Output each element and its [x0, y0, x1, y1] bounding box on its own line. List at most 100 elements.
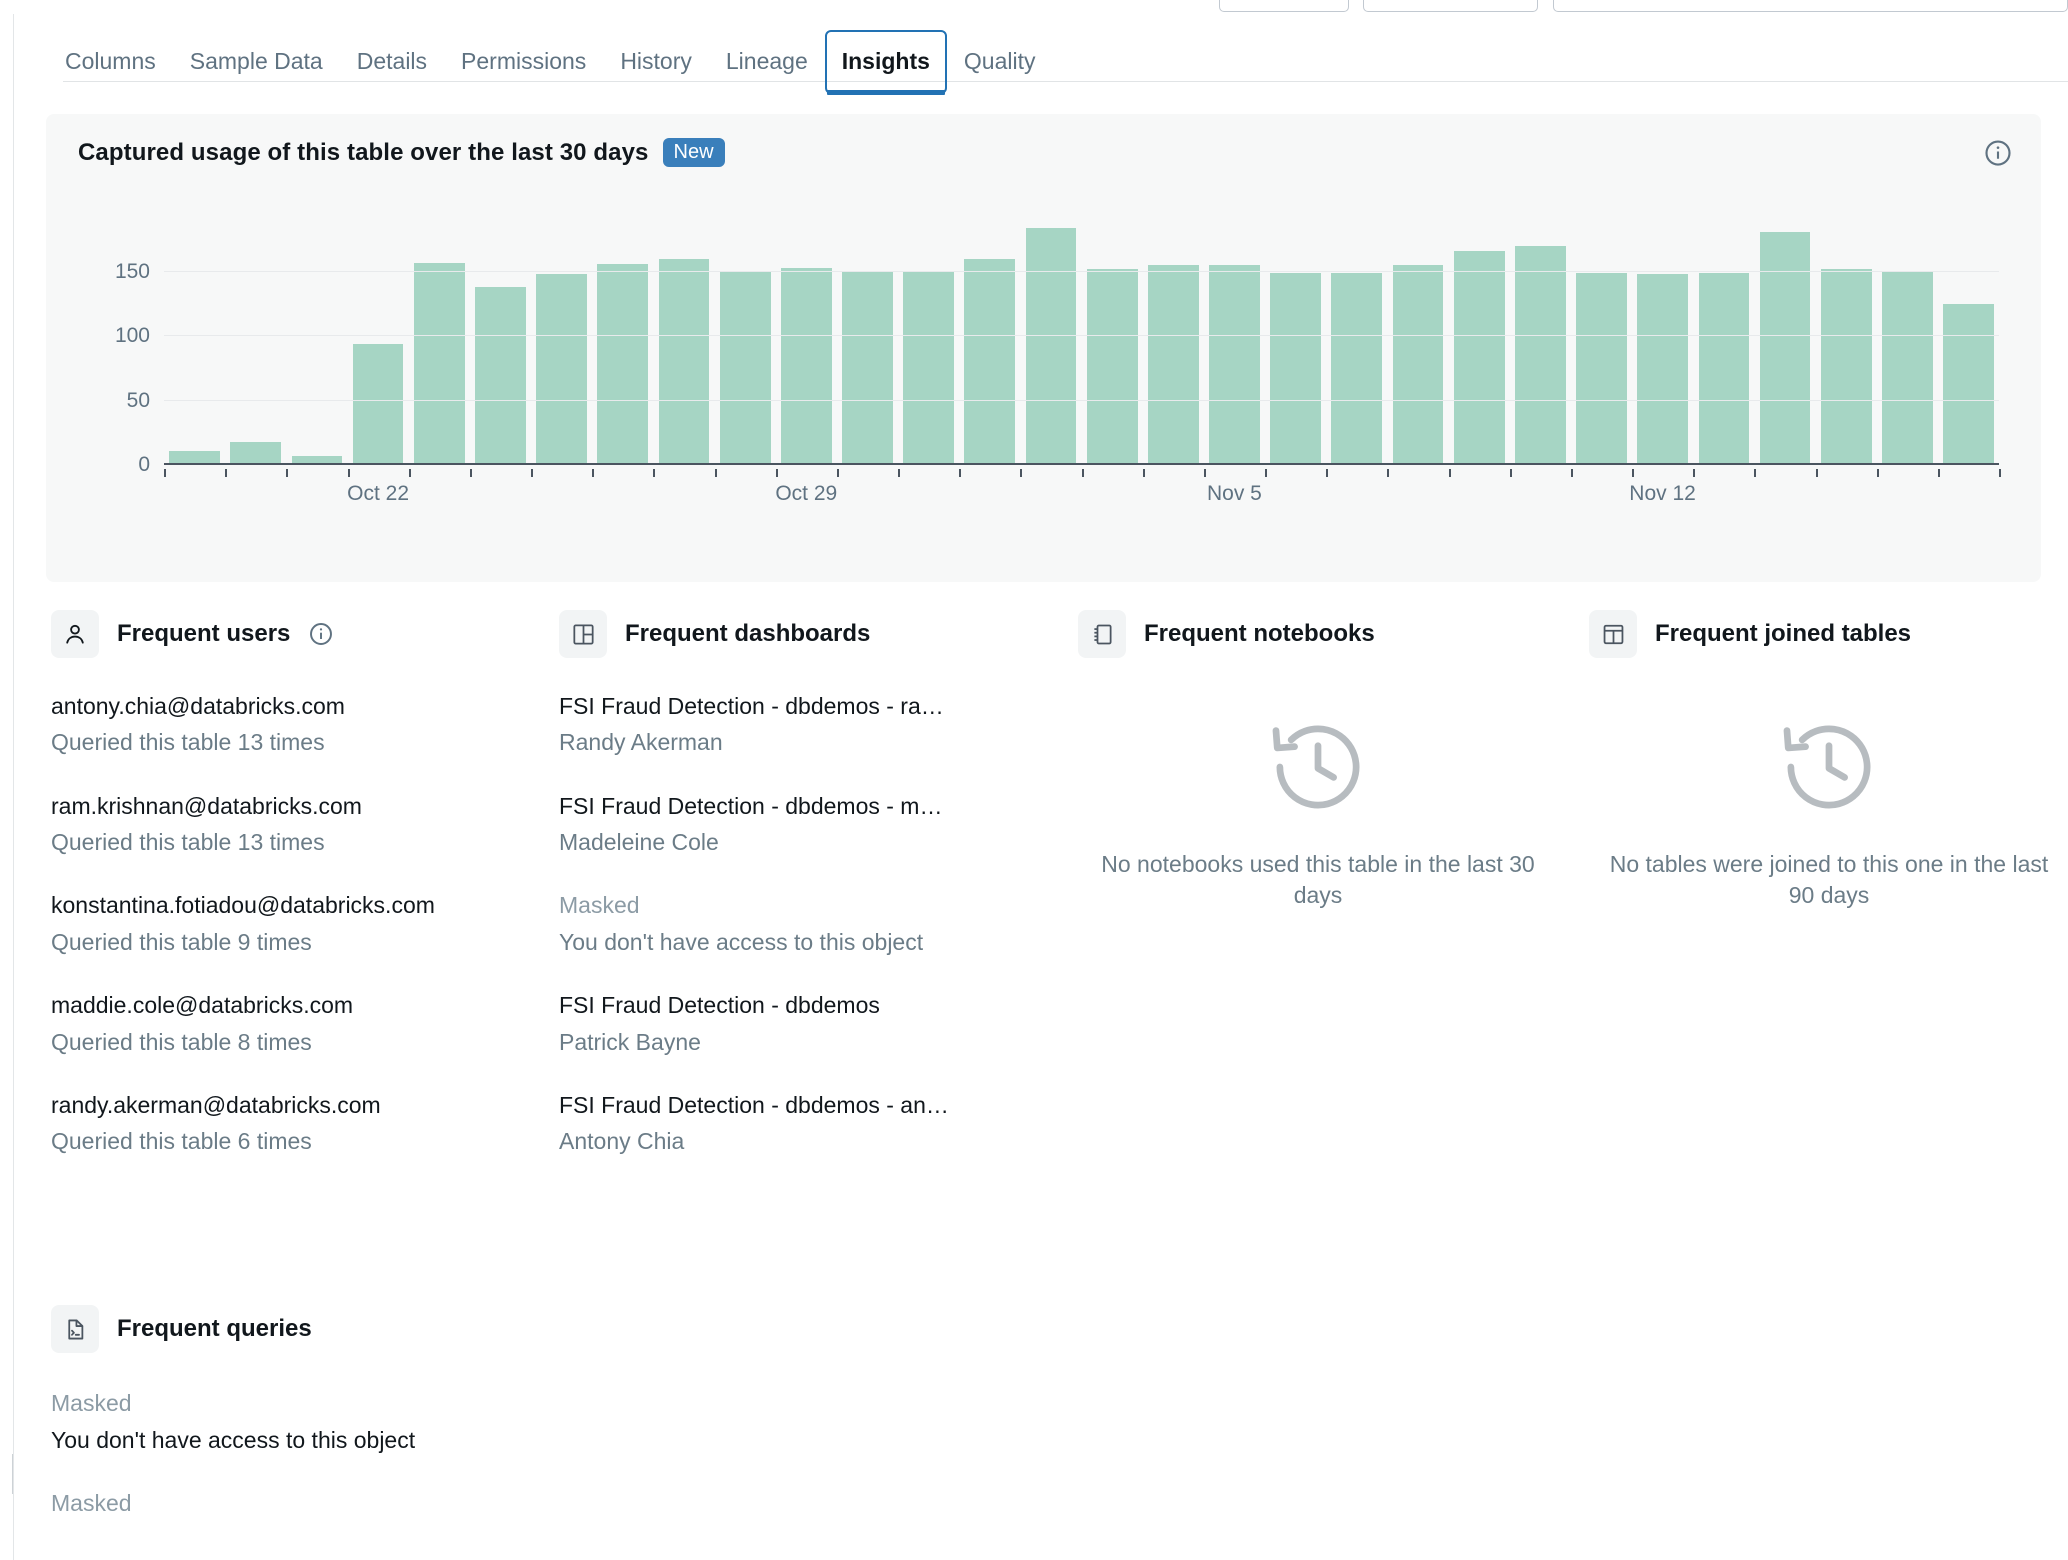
frequent-users-item-primary[interactable]: antony.chia@databricks.com [51, 691, 541, 721]
chart-bar-slot[interactable] [1510, 220, 1571, 465]
chart-bar-slot[interactable] [1387, 220, 1448, 465]
chart-bar-slot[interactable] [1449, 220, 1510, 465]
chart-bar[interactable] [1882, 271, 1933, 465]
chart-bar[interactable] [1270, 272, 1322, 465]
frequent-joined-tables-header: Frequent joined tables [1589, 605, 2068, 663]
chart-bar-slot[interactable] [225, 220, 286, 465]
chart-bar[interactable] [658, 258, 710, 465]
chart-bar-slot[interactable] [1816, 220, 1877, 465]
chart-bar-slot[interactable] [837, 220, 898, 465]
chart-bar[interactable] [597, 263, 649, 465]
chart-bar[interactable] [842, 271, 893, 465]
chart-bar[interactable] [719, 271, 771, 465]
chart-bar[interactable] [352, 343, 404, 465]
tab-insights[interactable]: Insights [824, 30, 947, 95]
chart-bar[interactable] [1637, 274, 1689, 465]
frequent-dashboards-item[interactable]: Masked You don't have access to this obje… [559, 890, 1049, 957]
frequent-users-item-primary[interactable]: ram.krishnan@databricks.com [51, 791, 541, 821]
toolbar-stub-button-2[interactable] [1363, 0, 1538, 12]
toolbar-stub-button-1[interactable] [1219, 0, 1349, 12]
chart-bar[interactable] [230, 441, 282, 465]
frequent-users-title: Frequent users [117, 620, 291, 647]
chart-bar-slot[interactable] [1143, 220, 1204, 465]
chart-bar[interactable] [1331, 272, 1383, 465]
chart-bar[interactable] [1086, 269, 1138, 465]
chart-axis-tick [164, 469, 166, 477]
chart-axis-tick [1203, 469, 1206, 477]
chart-bar-slot[interactable] [715, 220, 776, 465]
chart-bar[interactable] [1392, 265, 1444, 465]
frequent-users-item-primary[interactable]: konstantina.fotiadou@databricks.com [51, 890, 541, 920]
chart-bar-slot[interactable] [348, 220, 409, 465]
frequent-dashboards-item-primary[interactable]: FSI Fraud Detection - dbdemos - ra… [559, 691, 1049, 721]
info-circle-icon[interactable] [1983, 138, 2013, 168]
toolbar-stub-search[interactable] [1553, 0, 2068, 12]
chart-bar-slot[interactable] [1326, 220, 1387, 465]
frequent-users-item-secondary: Queried this table 9 times [51, 928, 312, 955]
tab-quality[interactable]: Quality [947, 36, 1053, 86]
chart-bar-slot[interactable] [1632, 220, 1693, 465]
frequent-dashboards-item[interactable]: FSI Fraud Detection - dbdemos - an… Anton… [559, 1090, 1049, 1157]
chart-bar-slot[interactable] [1265, 220, 1326, 465]
chart-bar[interactable] [1147, 265, 1199, 465]
frequent-dashboards-item-primary[interactable]: FSI Fraud Detection - dbdemos - an… [559, 1090, 1049, 1120]
chart-bar-slot[interactable] [776, 220, 837, 465]
tab-sample-data[interactable]: Sample Data [173, 36, 340, 86]
chart-bar-slot[interactable] [1938, 220, 1999, 465]
frequent-dashboards-item-primary[interactable]: FSI Fraud Detection - dbdemos [559, 990, 1049, 1020]
info-circle-icon[interactable] [308, 621, 334, 647]
chart-bar[interactable] [1025, 227, 1077, 465]
chart-bar[interactable] [964, 258, 1016, 465]
chart-axis-tick [653, 469, 656, 477]
tab-permissions[interactable]: Permissions [444, 36, 603, 86]
chart-bar[interactable] [536, 274, 587, 465]
frequent-users-item-primary[interactable]: randy.akerman@databricks.com [51, 1090, 541, 1120]
chart-bar-slot[interactable] [1571, 220, 1632, 465]
chart-bar[interactable] [1698, 272, 1750, 465]
tab-columns[interactable]: Columns [48, 36, 173, 86]
chart-bar[interactable] [1453, 250, 1505, 465]
chart-bar-slot[interactable] [286, 220, 347, 465]
chart-bar-slot[interactable] [1693, 220, 1754, 465]
chart-bar-slot[interactable] [1082, 220, 1143, 465]
chart-bar[interactable] [780, 267, 832, 465]
chart-bar-slot[interactable] [653, 220, 714, 465]
frequent-dashboards-item[interactable]: FSI Fraud Detection - dbdemos - m… Madele… [559, 791, 1049, 858]
chart-y-tick-label: 50 [126, 388, 150, 412]
tab-history[interactable]: History [603, 36, 709, 86]
frequent-users-item[interactable]: antony.chia@databricks.com Queried this t… [51, 691, 541, 758]
chart-bar-slot[interactable] [470, 220, 531, 465]
tab-details[interactable]: Details [340, 36, 444, 86]
frequent-users-item[interactable]: konstantina.fotiadou@databricks.com Queri… [51, 890, 541, 957]
chart-bar-slot[interactable] [409, 220, 470, 465]
chart-bar-slot[interactable] [959, 220, 1020, 465]
chart-bar-slot[interactable] [1754, 220, 1815, 465]
chart-bar[interactable] [1759, 231, 1811, 465]
frequent-dashboards-item[interactable]: FSI Fraud Detection - dbdemos - ra… Randy… [559, 691, 1049, 758]
chart-bar-slot[interactable] [1020, 220, 1081, 465]
frequent-dashboards-item-primary[interactable]: FSI Fraud Detection - dbdemos - m… [559, 791, 1049, 821]
history-clock-icon [1078, 715, 1558, 819]
frequent-users-item[interactable]: maddie.cole@databricks.com Queried this t… [51, 990, 541, 1057]
chart-bar[interactable] [1514, 245, 1566, 465]
frequent-users-item[interactable]: ram.krishnan@databricks.com Queried this … [51, 791, 541, 858]
chart-bar[interactable] [1576, 272, 1627, 465]
chart-bar-slot[interactable] [1204, 220, 1265, 465]
chart-bar-slot[interactable] [592, 220, 653, 465]
chart-bar-slot[interactable] [531, 220, 592, 465]
chart-bar[interactable] [1820, 269, 1872, 465]
chart-axis-tick [286, 469, 289, 477]
chart-bar[interactable] [903, 271, 955, 465]
chart-bar[interactable] [1943, 303, 1994, 465]
chart-bar-slot[interactable] [898, 220, 959, 465]
frequent-users-item[interactable]: randy.akerman@databricks.com Queried this… [51, 1090, 541, 1157]
tab-lineage[interactable]: Lineage [709, 36, 825, 86]
frequent-users-item-primary[interactable]: maddie.cole@databricks.com [51, 990, 541, 1020]
chart-bar-slot[interactable] [1877, 220, 1938, 465]
frequent-dashboards-list: FSI Fraud Detection - dbdemos - ra… Randy… [559, 691, 1049, 1157]
frequent-dashboards-item[interactable]: FSI Fraud Detection - dbdemos Patrick Bay… [559, 990, 1049, 1057]
chart-bar[interactable] [413, 262, 465, 465]
chart-bar[interactable] [475, 287, 526, 465]
chart-bar-slot[interactable] [164, 220, 225, 465]
chart-bar[interactable] [1209, 265, 1260, 465]
